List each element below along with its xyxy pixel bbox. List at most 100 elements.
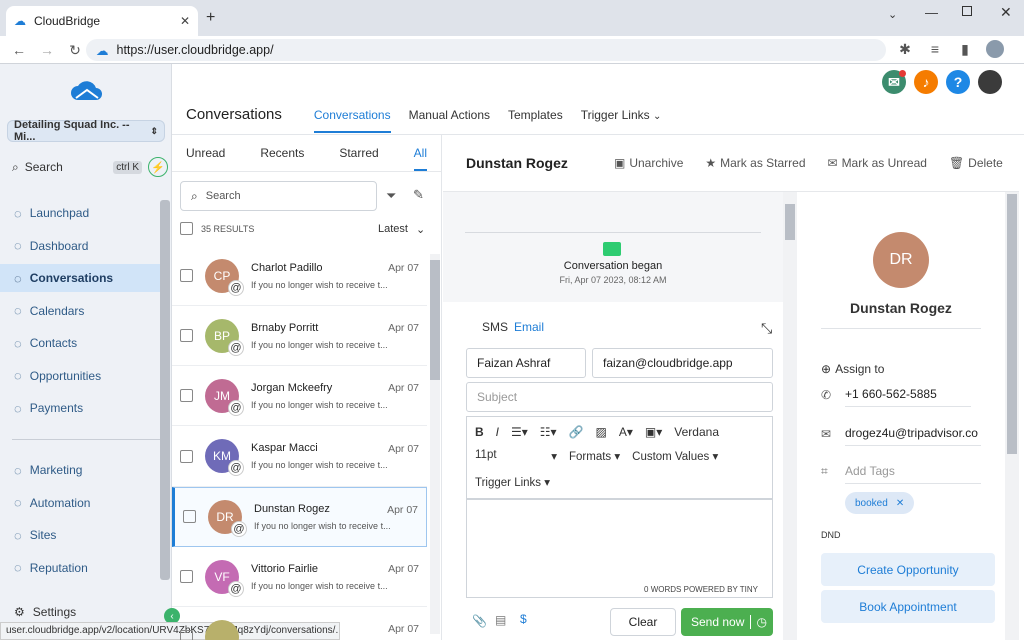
quick-action-icon[interactable]: ⚡ xyxy=(148,157,168,177)
conversation-row[interactable]: KM @ Kaspar Macci If you no longer wish to … xyxy=(172,427,427,487)
formats-select[interactable]: Formats ▾ xyxy=(569,449,620,463)
unarchive-button[interactable]: ▣ Unarchive xyxy=(614,156,683,170)
assign-to[interactable]: ⊕ Assign to xyxy=(821,362,884,376)
conversation-row[interactable]: BP @ Brnaby Porritt If you no longer wish t… xyxy=(172,306,427,367)
bell-icon[interactable]: ♪ xyxy=(914,70,938,94)
text-color-icon[interactable]: A▾ xyxy=(619,425,633,439)
row-checkbox[interactable] xyxy=(180,389,193,403)
contact-scrollbar-thumb[interactable] xyxy=(1007,194,1017,454)
list-scrollbar-thumb[interactable] xyxy=(430,260,440,380)
conversation-row[interactable]: @ Apr 07 xyxy=(172,607,427,640)
close-tab-icon[interactable]: ✕ xyxy=(180,14,190,28)
remove-tag-icon[interactable]: ✕ xyxy=(896,498,904,509)
tab-manual-actions[interactable]: Manual Actions xyxy=(409,98,490,122)
trigger-links-select[interactable]: Trigger Links ▾ xyxy=(467,463,772,489)
list-search-input[interactable]: ⌕ Search xyxy=(180,181,377,211)
media-icon[interactable]: ≡ xyxy=(926,40,944,58)
from-name-field[interactable]: Faizan Ashraf xyxy=(466,348,586,378)
template-icon[interactable]: ▤ xyxy=(495,613,506,627)
conversation-row[interactable]: VF @ Vittorio Fairlie If you no longer wish… xyxy=(172,547,427,607)
sidebar-search[interactable]: ⌕ Search ctrl K ⚡ xyxy=(12,156,168,178)
tab-email[interactable]: Email xyxy=(514,320,544,334)
row-checkbox[interactable] xyxy=(180,449,193,463)
row-checkbox[interactable] xyxy=(180,630,193,640)
sidebar-item-automation[interactable]: ◌ Automation xyxy=(0,489,160,517)
attach-icon[interactable]: 📎 xyxy=(472,614,487,628)
help-icon[interactable]: ? xyxy=(946,70,970,94)
sidebar-item-calendars[interactable]: ◌ Calendars xyxy=(0,297,160,325)
filter-recents[interactable]: Recents xyxy=(260,146,304,160)
send-now-button[interactable]: Send now ◷ xyxy=(681,608,773,636)
forward-icon[interactable]: → xyxy=(38,41,56,59)
font-size-select[interactable]: 11pt ▾ xyxy=(475,449,557,463)
reload-icon[interactable]: ↻ xyxy=(66,41,84,59)
book-appointment-button[interactable]: Book Appointment xyxy=(821,590,995,623)
sidebar-scrollbar[interactable] xyxy=(160,200,170,580)
tab-conversations[interactable]: Conversations xyxy=(313,98,391,133)
browser-tab[interactable]: ☁ CloudBridge ✕ xyxy=(6,6,198,36)
new-tab-icon[interactable]: + xyxy=(206,9,215,27)
subject-field[interactable]: Subject xyxy=(466,382,773,412)
filter-all[interactable]: All xyxy=(413,146,427,171)
select-all-checkbox[interactable] xyxy=(180,222,193,235)
list-scrollbar-track[interactable] xyxy=(430,254,440,634)
sidebar-item-payments[interactable]: ◌ Payments xyxy=(0,394,160,422)
mark-starred-button[interactable]: ★ Mark as Starred xyxy=(705,156,805,170)
sidepanel-icon[interactable]: ▮ xyxy=(956,40,974,58)
sidebar-item-reputation[interactable]: ◌ Reputation xyxy=(0,554,160,582)
image-icon[interactable]: ▨ xyxy=(596,425,607,439)
row-checkbox[interactable] xyxy=(180,329,193,343)
email-body-editor[interactable]: 0 WORDS POWERED BY TINY xyxy=(466,498,773,598)
payment-icon[interactable]: $ xyxy=(520,612,527,626)
row-checkbox[interactable] xyxy=(180,570,193,583)
megaphone-icon[interactable]: ✉ xyxy=(882,70,906,94)
highlight-icon[interactable]: ▣▾ xyxy=(645,425,662,439)
bullet-list-icon[interactable]: ☰▾ xyxy=(511,425,528,439)
conversation-row[interactable]: CP @ Charlot Padillo If you no longer wish … xyxy=(172,246,427,306)
compose-icon[interactable]: ✎ xyxy=(413,187,424,203)
maximize-icon[interactable] xyxy=(962,6,972,16)
numbered-list-icon[interactable]: ☷▾ xyxy=(540,425,557,439)
custom-values-select[interactable]: Custom Values ▾ xyxy=(632,449,718,463)
create-opportunity-button[interactable]: Create Opportunity xyxy=(821,553,995,586)
org-switcher[interactable]: Detailing Squad Inc. -- Mi... ⇕ xyxy=(7,119,165,143)
thread-scrollbar[interactable] xyxy=(783,192,797,640)
tab-templates[interactable]: Templates xyxy=(508,98,563,122)
thread-scrollbar-thumb[interactable] xyxy=(785,204,795,240)
sidebar-item-contacts[interactable]: ◌ Contacts xyxy=(0,329,160,357)
profile-icon[interactable] xyxy=(986,40,1004,58)
mark-unread-button[interactable]: ✉ Mark as Unread xyxy=(828,156,927,170)
chevron-down-icon[interactable]: ⌄ xyxy=(888,8,897,21)
phone-field[interactable]: +1 660-562-5885 xyxy=(845,387,971,407)
delete-button[interactable]: 🗑 Delete xyxy=(949,156,1003,170)
url-field[interactable]: ☁ https://user.cloudbridge.app/ xyxy=(86,39,886,61)
filter-unread[interactable]: Unread xyxy=(186,146,225,160)
close-window-icon[interactable]: ✕ xyxy=(1000,4,1012,21)
select-all[interactable]: 35 RESULTS xyxy=(180,222,254,235)
schedule-icon[interactable]: ◷ xyxy=(749,615,767,629)
collapse-icon[interactable]: ⤡ xyxy=(761,320,772,337)
extensions-icon[interactable]: ✱ xyxy=(896,40,914,58)
sidebar-item-sites[interactable]: ◌ Sites xyxy=(0,521,160,549)
clear-button[interactable]: Clear xyxy=(610,608,676,636)
filter-starred[interactable]: Starred xyxy=(339,146,378,160)
back-icon[interactable]: ← xyxy=(10,41,28,59)
sidebar-item-conversations[interactable]: ◌ Conversations xyxy=(0,264,160,292)
contact-scrollbar[interactable] xyxy=(1005,192,1019,640)
email-field[interactable]: drogez4u@tripadvisor.co xyxy=(845,426,981,446)
minimize-icon[interactable]: — xyxy=(925,5,938,20)
avatar[interactable] xyxy=(978,70,1002,94)
menu-icon[interactable]: ⋮ xyxy=(1016,40,1024,58)
tab-sms[interactable]: SMS xyxy=(482,320,508,334)
row-checkbox[interactable] xyxy=(180,269,193,282)
add-tags-input[interactable]: Add Tags xyxy=(845,464,981,484)
tab-trigger-links[interactable]: Trigger Links ⌄ xyxy=(581,98,662,122)
italic-icon[interactable]: I xyxy=(496,425,499,439)
sidebar-item-launchpad[interactable]: ◌ Launchpad xyxy=(0,199,160,227)
from-email-field[interactable]: faizan@cloudbridge.app xyxy=(592,348,773,378)
sort-dropdown[interactable]: Latest ⌄ xyxy=(378,223,425,236)
sidebar-item-marketing[interactable]: ◌ Marketing xyxy=(0,456,160,484)
bold-icon[interactable]: B xyxy=(475,425,484,439)
sidebar-item-dashboard[interactable]: ◌ Dashboard xyxy=(0,232,160,260)
sidebar-item-opportunities[interactable]: ◌ Opportunities xyxy=(0,362,160,390)
